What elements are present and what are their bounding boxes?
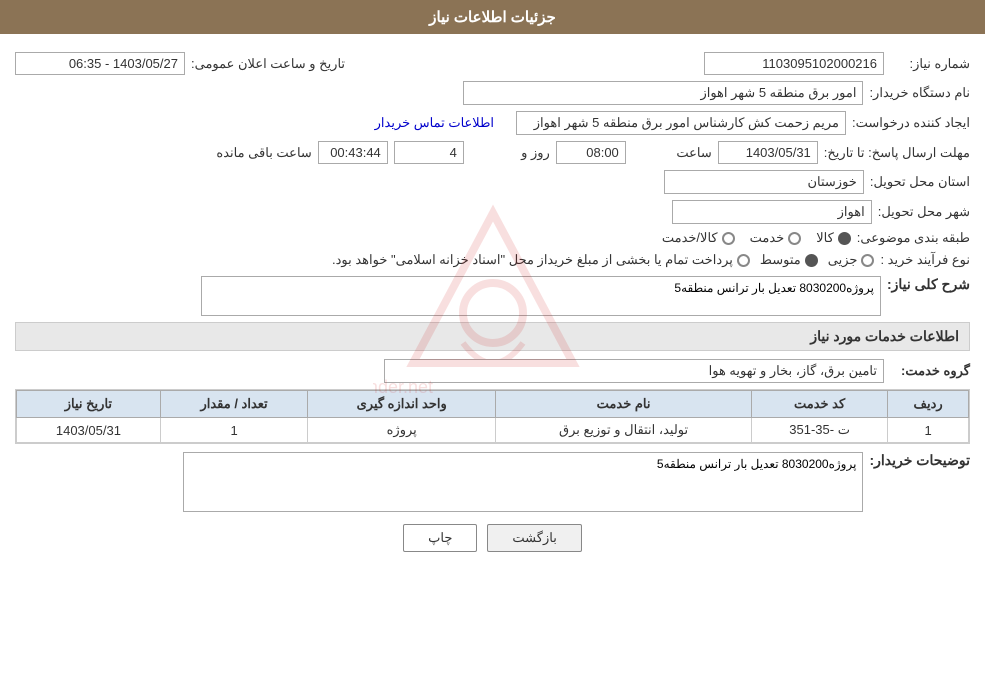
cell-kod-khedmat: ت -35-351	[752, 418, 888, 443]
radio-pardakht	[737, 254, 750, 267]
radio-khedmat	[788, 232, 801, 245]
ostan-label: استان محل تحویل:	[870, 174, 970, 190]
mohlat-roz-label: روز و	[470, 145, 550, 161]
noe-farayand-radio-group: جزیی متوسط پرداخت تمام یا بخشی از مبلغ خ…	[332, 252, 874, 268]
tabaqe-kala-label: کالا	[816, 230, 834, 246]
toseef-textarea[interactable]	[183, 452, 863, 512]
cell-radif: 1	[888, 418, 969, 443]
nam-dastgah-label: نام دستگاه خریدار:	[869, 85, 970, 101]
grohe-khedmat-label: گروه خدمت:	[890, 363, 970, 379]
mohlat-roz: 4	[394, 141, 464, 164]
farayand-motevaset[interactable]: متوسط	[760, 252, 818, 268]
services-table: ردیف کد خدمت نام خدمت واحد اندازه گیری ت…	[16, 390, 969, 443]
col-kod-khedmat: کد خدمت	[752, 391, 888, 418]
radio-kala-khedmat	[722, 232, 735, 245]
farayand-jozii-label: جزیی	[828, 252, 858, 268]
shahr-label: شهر محل تحویل:	[878, 204, 970, 220]
noe-farayand-label: نوع فرآیند خرید :	[880, 252, 970, 268]
radio-motevaset	[805, 254, 818, 267]
tabaqe-option-kala-khedmat[interactable]: کالا/خدمت	[662, 230, 735, 246]
shomare-niaz-label: شماره نیاز:	[890, 56, 970, 72]
cell-tarikh: 1403/05/31	[17, 418, 161, 443]
services-section-title: اطلاعات خدمات مورد نیاز	[15, 322, 970, 351]
etelaat-link[interactable]: اطلاعات تماس خریدار	[375, 115, 494, 131]
toseef-label: توضیحات خریدار:	[869, 452, 970, 469]
radio-kala	[838, 232, 851, 245]
mohlat-mande: 00:43:44	[318, 141, 388, 164]
mohlat-saat: 08:00	[556, 141, 626, 164]
tabaqe-label: طبقه بندی موضوعی:	[857, 230, 970, 246]
tabaqe-option-kala[interactable]: کالا	[816, 230, 851, 246]
sharh-kolli-textarea[interactable]	[201, 276, 881, 316]
ijad-value: مریم زحمت کش کارشناس امور برق منطقه 5 شه…	[516, 111, 846, 135]
tabaqe-option-khedmat[interactable]: خدمت	[750, 230, 802, 246]
table-row: 1 ت -35-351 تولید، انتقال و توزیع برق پر…	[17, 418, 969, 443]
cell-nam-khedmat: تولید، انتقال و توزیع برق	[496, 418, 752, 443]
mohlat-mande-label: ساعت باقی مانده	[216, 145, 311, 161]
tabaqe-khedmat-label: خدمت	[750, 230, 785, 246]
mohlat-label: مهلت ارسال پاسخ: تا تاریخ:	[824, 145, 970, 161]
farayand-pardakht[interactable]: پرداخت تمام یا بخشی از مبلغ خریداز محل "…	[332, 252, 750, 268]
page-header: جزئیات اطلاعات نیاز	[0, 0, 985, 34]
col-tarikh: تاریخ نیاز	[17, 391, 161, 418]
col-radif: ردیف	[888, 391, 969, 418]
farayand-jozii[interactable]: جزیی	[828, 252, 875, 268]
farayand-motevaset-label: متوسط	[760, 252, 801, 268]
cell-tedad: 1	[160, 418, 308, 443]
farayand-pardakht-label: پرداخت تمام یا بخشی از مبلغ خریداز محل "…	[332, 252, 733, 268]
radio-jozii	[861, 254, 874, 267]
mohlat-saat-label: ساعت	[632, 145, 712, 161]
services-table-container: ردیف کد خدمت نام خدمت واحد اندازه گیری ت…	[15, 389, 970, 444]
shomare-niaz-value: 1103095102000216	[704, 52, 884, 75]
ostan-value: خوزستان	[664, 170, 864, 194]
mohlat-date: 1403/05/31	[718, 141, 818, 164]
nam-dastgah-value: امور برق منطقه 5 شهر اهواز	[463, 81, 863, 105]
shahr-value: اهواز	[672, 200, 872, 224]
cell-vahed: پروژه	[308, 418, 496, 443]
tabaqe-radio-group: کالا خدمت کالا/خدمت	[662, 230, 851, 246]
button-row: بازگشت چاپ	[15, 524, 970, 552]
ijad-label: ایجاد کننده درخواست:	[852, 115, 970, 131]
print-button[interactable]: چاپ	[403, 524, 477, 552]
tarikh-alan-label: تاریخ و ساعت اعلان عمومی:	[191, 56, 345, 72]
tabaqe-kala-khedmat-label: کالا/خدمت	[662, 230, 718, 246]
col-vahed: واحد اندازه گیری	[308, 391, 496, 418]
back-button[interactable]: بازگشت	[487, 524, 581, 552]
page-title: جزئیات اطلاعات نیاز	[429, 9, 556, 26]
sharh-kolli-label: شرح کلی نیاز:	[887, 276, 970, 293]
tarikh-alan-value: 1403/05/27 - 06:35	[15, 52, 185, 75]
col-tedad: تعداد / مقدار	[160, 391, 308, 418]
col-nam-khedmat: نام خدمت	[496, 391, 752, 418]
grohe-khedmat-value: تامین برق، گاز، بخار و تهویه هوا	[384, 359, 884, 383]
